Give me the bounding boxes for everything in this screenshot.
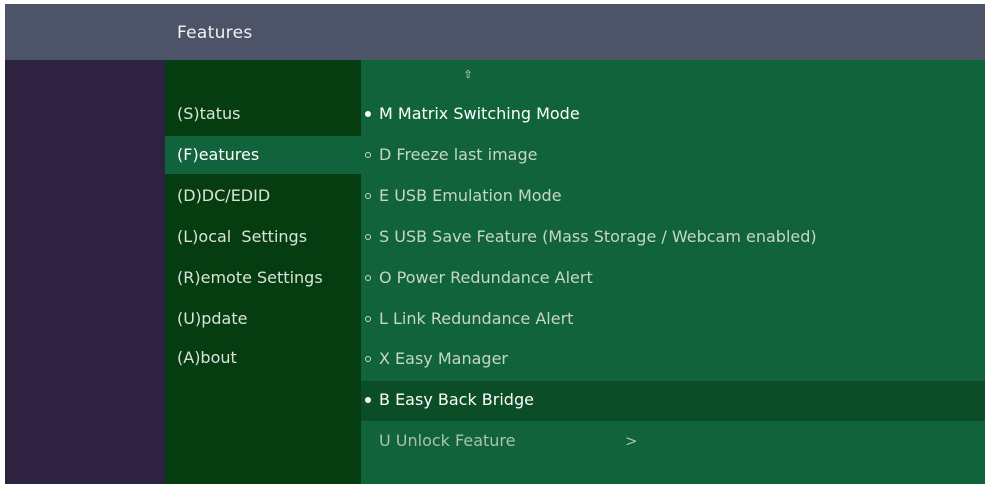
enabled-dot-icon — [365, 111, 371, 117]
disabled-circle-icon — [365, 193, 371, 199]
feature-label: X Easy Manager — [379, 349, 508, 368]
nav-item-ddc-edid[interactable]: (D)DC/EDID — [165, 177, 361, 215]
feature-item-matrix-switching[interactable]: M Matrix Switching Mode — [361, 95, 985, 135]
title-bar: Features — [5, 4, 985, 60]
nav-item-update[interactable]: (U)pdate — [165, 300, 361, 338]
feature-item-link-redundance[interactable]: L Link Redundance Alert — [361, 300, 985, 340]
feature-item-power-redundance[interactable]: O Power Redundance Alert — [361, 259, 985, 299]
nav-item-local-settings[interactable]: (L)ocal Settings — [165, 218, 361, 256]
nav-item-status[interactable]: (S)tatus — [165, 95, 361, 133]
chevron-right-icon: > — [625, 432, 638, 450]
nav-item-features[interactable]: (F)eatures — [165, 136, 361, 174]
feature-label: O Power Redundance Alert — [379, 268, 593, 287]
disabled-circle-icon — [365, 152, 371, 158]
enabled-dot-icon — [365, 397, 371, 403]
feature-item-easy-back-bridge[interactable]: B Easy Back Bridge — [361, 381, 985, 421]
feature-label: B Easy Back Bridge — [379, 390, 534, 409]
feature-label: M Matrix Switching Mode — [379, 104, 580, 123]
feature-label: D Freeze last image — [379, 145, 538, 164]
feature-label: S USB Save Feature (Mass Storage / Webca… — [379, 227, 817, 246]
left-panel — [5, 60, 165, 484]
feature-item-freeze-last-image[interactable]: D Freeze last image — [361, 136, 985, 176]
disabled-circle-icon — [365, 275, 371, 281]
up-arrow-icon[interactable]: ⇧ — [463, 69, 473, 80]
feature-label: E USB Emulation Mode — [379, 186, 562, 205]
feature-item-usb-emulation[interactable]: E USB Emulation Mode — [361, 177, 985, 217]
feature-item-easy-manager[interactable]: X Easy Manager — [361, 340, 985, 380]
nav-item-remote-settings[interactable]: (R)emote Settings — [165, 259, 361, 297]
page-title: Features — [177, 23, 253, 43]
disabled-circle-icon — [365, 234, 371, 240]
feature-label: U Unlock Feature — [379, 431, 516, 450]
disabled-circle-icon — [365, 356, 371, 362]
nav-item-about[interactable]: (A)bout — [165, 339, 361, 377]
disabled-circle-icon — [365, 316, 371, 322]
feature-item-unlock[interactable]: U Unlock Feature > — [361, 422, 985, 462]
feature-item-usb-save[interactable]: S USB Save Feature (Mass Storage / Webca… — [361, 218, 985, 258]
feature-label: L Link Redundance Alert — [379, 309, 574, 328]
